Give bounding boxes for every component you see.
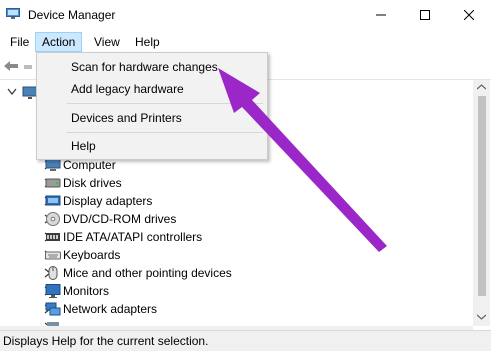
tree-item-label: Network adapters xyxy=(63,302,158,316)
tree-item-disk-drives[interactable]: Disk drives xyxy=(0,174,470,192)
display-adapter-icon xyxy=(45,195,61,206)
minimize-icon xyxy=(376,14,386,16)
maximize-icon xyxy=(420,10,430,20)
back-button[interactable] xyxy=(3,59,19,73)
keyboard-icon xyxy=(45,251,61,260)
tree-item-network-adapters[interactable]: Network adapters xyxy=(0,300,470,318)
title-bar: Device Manager xyxy=(0,0,491,30)
action-menu-dropdown: Scan for hardware changes Add legacy har… xyxy=(36,52,268,160)
scroll-down-icon[interactable] xyxy=(477,314,486,320)
tree-item-ide-controllers[interactable]: IDE ATA/ATAPI controllers xyxy=(0,228,470,246)
menu-item-label: Add legacy hardware xyxy=(71,82,184,96)
scrollbar-thumb[interactable] xyxy=(478,96,486,296)
window-title: Device Manager xyxy=(28,8,116,22)
menu-item-scan-hardware[interactable]: Scan for hardware changes xyxy=(38,56,266,78)
tree-item-display-adapters[interactable]: Display adapters xyxy=(0,192,470,210)
chevron-down-icon[interactable] xyxy=(7,88,17,96)
tree-item-dvd-drives[interactable]: DVD/CD-ROM drives xyxy=(0,210,470,228)
tree-item-keyboards[interactable]: Keyboards xyxy=(0,246,470,264)
maximize-button[interactable] xyxy=(403,0,447,30)
tree-item-monitors[interactable]: Monitors xyxy=(0,282,470,300)
mouse-icon xyxy=(48,266,58,280)
tree-item-label: DVD/CD-ROM drives xyxy=(63,212,177,226)
minimize-button[interactable] xyxy=(359,0,403,30)
forward-arrow-icon xyxy=(24,65,32,69)
close-icon xyxy=(464,10,474,20)
status-text: Displays Help for the current selection. xyxy=(3,334,209,348)
menu-item-label: Devices and Printers xyxy=(71,111,182,125)
menu-file[interactable]: File xyxy=(4,33,35,51)
menu-action[interactable]: Action xyxy=(35,32,83,52)
menu-separator xyxy=(67,132,263,133)
menu-separator xyxy=(67,103,263,104)
device-icon xyxy=(47,322,59,326)
device-manager-icon xyxy=(6,8,20,20)
menu-item-help[interactable]: Help xyxy=(38,135,266,157)
network-adapter-icon xyxy=(45,302,61,316)
dvd-drive-icon xyxy=(46,212,60,226)
close-button[interactable] xyxy=(447,0,491,30)
menu-item-label: Help xyxy=(71,139,96,153)
tree-item-label: Mice and other pointing devices xyxy=(63,266,232,280)
menu-item-add-legacy-hardware[interactable]: Add legacy hardware xyxy=(38,78,266,100)
scroll-up-icon[interactable] xyxy=(477,84,486,90)
forward-button[interactable] xyxy=(24,61,34,71)
menu-help[interactable]: Help xyxy=(129,33,166,51)
back-arrow-icon xyxy=(4,61,18,71)
menu-item-label: Scan for hardware changes xyxy=(71,60,218,74)
tree-item-label: IDE ATA/ATAPI controllers xyxy=(63,230,203,244)
menu-bar: File Action View Help xyxy=(0,31,491,52)
disk-drive-icon xyxy=(45,178,61,188)
tree-item-mice[interactable]: Mice and other pointing devices xyxy=(0,264,470,282)
tree-item-label: Disk drives xyxy=(63,176,122,190)
tree-item-label: Display adapters xyxy=(63,194,153,208)
status-bar: Displays Help for the current selection. xyxy=(0,330,491,351)
menu-item-devices-printers[interactable]: Devices and Printers xyxy=(38,107,266,129)
tree-item-partial[interactable] xyxy=(0,318,470,326)
tree-item-label: Computer xyxy=(63,158,116,172)
tree-item-label: Keyboards xyxy=(63,248,121,262)
menu-view[interactable]: View xyxy=(88,33,126,51)
ide-controller-icon xyxy=(46,233,60,241)
tree-item-label: Monitors xyxy=(63,284,110,298)
vertical-scrollbar[interactable] xyxy=(473,80,490,326)
monitor-icon xyxy=(45,284,61,298)
